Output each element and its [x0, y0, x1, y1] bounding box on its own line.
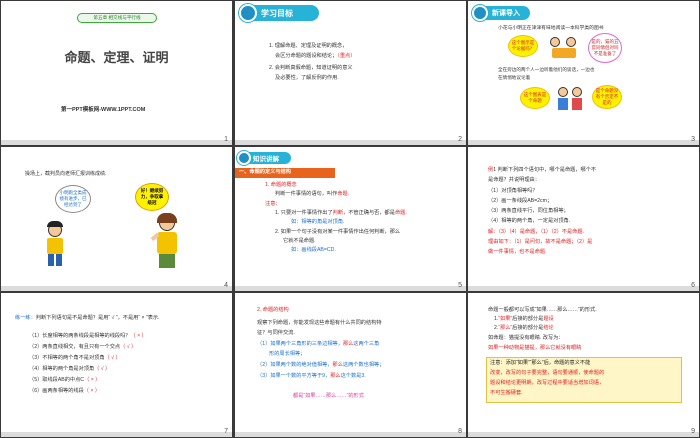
answer-2: 理由如下：（1）是问句，故不是命题；（2）是 — [488, 239, 593, 245]
slide-8[interactable]: 2. 命题的结构 观察下列命题，你能发现这些命题有什么共同的结构特 征？与同伴交… — [235, 293, 466, 437]
intro-text: 小花与小明正在津津有味地阅读一本科学类的图书 — [498, 26, 604, 31]
reading-kids-image — [546, 35, 582, 61]
goal-line-1: 1. 理解命题、定理及证明的概念， — [269, 43, 348, 49]
note-2: 2. 如果一个句子没有对某一件事情作出任何判断，那么 — [275, 229, 401, 235]
slide-number: 6 — [691, 282, 695, 289]
example-rewrite: 如果一种动物是猫提，那么它就没有眼睛 — [488, 345, 582, 351]
exercise-item-6: （6）画两条相等的线段（ × ） — [29, 388, 101, 394]
answer-1: 解：（3）（4）是命题，（1）（2）不是命题. — [488, 229, 584, 235]
slide-7[interactable]: 练一练：判断下列语句是不是命题？是用“ √ ”，不是用“ × ”表示. （1）长… — [1, 293, 232, 437]
note-label: 注意： — [265, 201, 281, 207]
title-badge: 第五章 相交线与平行线 — [77, 13, 157, 23]
note-line-4: 不可生搬硬套. — [490, 390, 523, 396]
speech-cloud-1: 小明跑全类成绩有进步，已经达到了 — [55, 185, 91, 213]
question-1: （1）对顶角相等吗？ — [488, 188, 538, 194]
slide-number: 2 — [458, 136, 462, 143]
boy-image — [43, 221, 67, 269]
slide-4[interactable]: 操场上，截判员向老师汇报训练成绩. 小明跑全类成绩有进步，已经达到了 好！继续努… — [1, 147, 232, 291]
site-url: 第一PPT模板网-WWW.1PPT.COM — [61, 107, 146, 113]
kids-image — [556, 85, 586, 115]
slide-number: 3 — [691, 136, 695, 143]
speech-cloud-2: 是的，猫的五官同情侣对吗不是准备了 — [588, 33, 622, 63]
slide-footer — [468, 286, 699, 291]
slide-number: 8 — [458, 428, 462, 435]
slide-title: 命题、定理、证明 — [64, 50, 169, 65]
structure-item-1: （1）如果两个三角形的三条边相等，那么这两个三角 — [257, 341, 380, 347]
scene-text: 操场上，截判员向老师汇报训练成绩. — [25, 171, 107, 177]
structure-heading: 2. 命题的结构 — [257, 307, 289, 313]
exercise-item-4: （4）相等的两个角是对顶角（ √ ） — [29, 366, 111, 372]
bubble-icon — [237, 151, 251, 165]
note-line-1: 注意：添加“如果”“那么”后，命题的意义不能 — [490, 360, 591, 366]
structure-item-3: （3）如果一个数的平方等于9，那么这个数是3. — [257, 373, 366, 379]
structure-prompt-1: 观察下列命题，你能发现这些命题有什么共同的结构特 — [257, 320, 382, 326]
section-title: 一、命题的定义与结构 — [239, 169, 291, 175]
slide-footer — [235, 140, 466, 145]
note-1-example: 如：相等的角是对顶角. — [291, 219, 345, 225]
slide-footer — [1, 432, 232, 437]
slide-footer — [235, 432, 466, 437]
slide-2[interactable]: 学习目标 1. 理解命题、定理及证明的概念， 会区分命题的题设和结论；（重点） … — [235, 1, 466, 145]
example-text: 如命题：猫提没有眼睛. 改写为： — [488, 335, 564, 341]
form-text: 命题一般都可以写成“如果……那么……”的形式. — [488, 307, 597, 313]
slide-3[interactable]: 新课导入 小花与小明正在津津有味地阅读一本科学类的图书 这个图示是个论据吗？ 是… — [468, 1, 699, 145]
concept-heading: 1. 命题的概念 — [265, 182, 297, 188]
header-title: 知识讲解 — [253, 156, 279, 163]
bubble-icon — [472, 5, 488, 21]
speech-cloud-2: 好！继续努力，争取拿级冠 — [135, 183, 169, 211]
goal-line-4: 及必要性，了解反例的作用. — [275, 75, 339, 81]
slide-footer — [1, 140, 232, 145]
example-line-1: 例1 判断下列四个语句中，哪个是命题，哪个不 — [488, 167, 597, 173]
answer-3: 做一件事情，也不是命题. — [488, 249, 547, 255]
note-2-example: 如：画线段AB=CD. — [291, 247, 336, 253]
speech-cloud-3: 这个图表是个命题 — [520, 87, 550, 109]
slide-9[interactable]: 命题一般都可以写成“如果……那么……”的形式. 1.“如果”后接的部分是题设 2… — [468, 293, 699, 437]
slide-footer — [1, 286, 232, 291]
goal-line-2: 会区分命题的题设和结论；（重点） — [275, 53, 356, 59]
slide-footer — [235, 286, 466, 291]
slide-number: 9 — [691, 428, 695, 435]
question-4: （4）相等的两个角，一定是对顶角. — [488, 218, 571, 224]
speech-cloud-4: 是个命题没有个否定不是的 — [592, 85, 622, 109]
slide-number: 5 — [458, 282, 462, 289]
structure-conclusion: 都是“如果……那么……”的形式 — [293, 393, 364, 399]
exercise-item-5: （5）取线段AB的中点C（ × ） — [29, 377, 101, 383]
slide-number: 4 — [224, 282, 228, 289]
exercise-item-2: （2）两条直线相交，有且只有一个交点（ √ ） — [29, 344, 137, 350]
question-3: （3）两条直线平行，同位角相等； — [488, 208, 569, 214]
note-line-2: 改变，改写的句子要完整，语句要通顺，使命题的 — [490, 370, 605, 376]
slide-number: 1 — [224, 136, 228, 143]
slide-footer — [468, 140, 699, 145]
teacher-image — [150, 213, 183, 269]
slide-number: 7 — [224, 428, 228, 435]
speech-cloud-1: 这个图示是个论据吗？ — [508, 35, 538, 57]
note-2-cont: 它就不是命题. — [283, 238, 316, 244]
structure-prompt-2: 征？与同伴交流. — [257, 330, 295, 336]
structure-item-1-cont: 形的周长相等； — [269, 351, 306, 357]
structure-item-2: （2）如果两个数的绝对值相等，那么这两个数也相等； — [257, 362, 385, 368]
condition-line: 1.“如果”后接的部分是题设 — [494, 316, 554, 322]
example-line-2: 是命题？并说明理由： — [488, 177, 540, 183]
concept-definition: 判断一件事情的语句，叫作命题. — [275, 191, 350, 197]
header-title: 新课导入 — [492, 10, 520, 17]
note-line-3: 题设和结论更明朗，改写过程中要适当增加词语， — [490, 380, 605, 386]
exercise-item-3: （3）不相等的两个角不是对顶角（ √ ） — [29, 355, 121, 361]
slide-1[interactable]: 第五章 相交线与平行线 命题、定理、证明 第一PPT模板网-WWW.1PPT.C… — [1, 1, 232, 145]
bubble-icon — [239, 4, 257, 22]
mid-text-1: 全在旁边的两个人一边听着他们的谈话，一边也 — [498, 67, 595, 72]
slide-5[interactable]: 知识讲解 一、命题的定义与结构 1. 命题的概念 判断一件事情的语句，叫作命题.… — [235, 147, 466, 291]
slide-footer — [468, 432, 699, 437]
mid-text-2: 在情悄地议论着 — [498, 75, 531, 80]
exercise-prompt: 练一练：判断下列语句是不是命题？是用“ √ ”，不是用“ × ”表示. — [15, 315, 160, 321]
slide-6[interactable]: 例1 判断下列四个语句中，哪个是命题，哪个不 是命题？并说明理由： （1）对顶角… — [468, 147, 699, 291]
conclusion-line: 2.“那么”后接的部分是结论 — [494, 325, 554, 331]
exercise-item-1: （1）长度相等的两条线段是相等的线段吗？（ × ） — [29, 333, 147, 339]
question-2: （2）画一条线段AB=2cm； — [488, 198, 553, 204]
goal-line-3: 2. 会判断真假命题，知道证明的意义 — [269, 65, 353, 71]
note-1: 1. 只要对一件事情作出了判断，不管正确与否，都是命题. — [275, 210, 407, 216]
header-title: 学习目标 — [261, 9, 293, 18]
